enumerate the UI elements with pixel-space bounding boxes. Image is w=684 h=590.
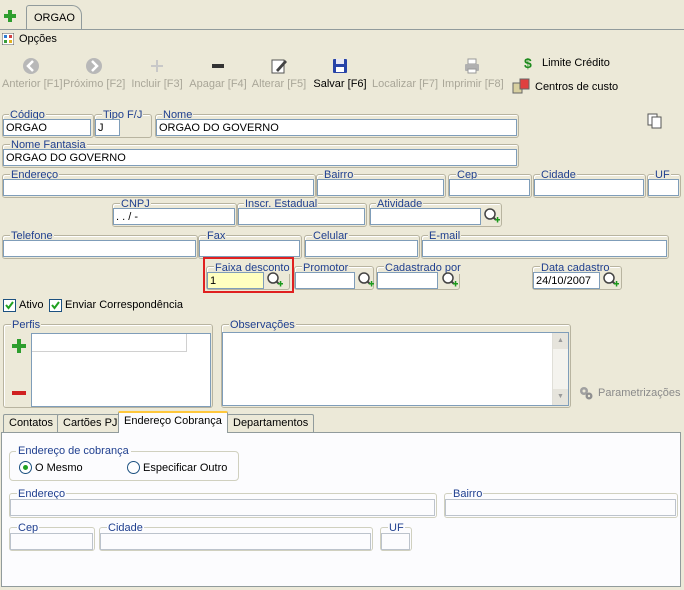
perfis-list[interactable] (31, 333, 211, 407)
enviar-correspondencia-checkbox[interactable] (49, 299, 62, 312)
anterior-button[interactable]: Anterior [F1] (2, 57, 63, 90)
tab-departamentos[interactable]: Departamentos (227, 414, 315, 432)
data-cadastro-field[interactable]: 24/10/2007 (533, 272, 600, 289)
check-icon (51, 301, 60, 310)
remove-perfil-icon[interactable] (11, 388, 27, 398)
faixa-desconto-field[interactable]: 1 (207, 272, 264, 289)
tab-cartoes-pj[interactable]: Cartões PJ (57, 414, 124, 432)
radio-outro-label: Especificar Outro (143, 462, 228, 474)
atividade-search-icon[interactable] (483, 207, 501, 225)
codigo-field[interactable]: ORGAO (3, 119, 91, 136)
tab-endereco-cobranca[interactable]: Endereço Cobrança (118, 411, 228, 433)
cadastrado-por-field[interactable] (377, 272, 438, 289)
bairro-field[interactable] (317, 179, 444, 196)
check-icon (5, 301, 14, 310)
scroll-up-icon[interactable]: ▲ (553, 333, 568, 349)
observacoes-label: Observações (229, 319, 296, 331)
cobranca-cidade-field[interactable] (100, 533, 371, 550)
fax-field[interactable] (199, 240, 300, 257)
options-label: Opções (19, 33, 57, 45)
ativo-checkbox[interactable] (3, 299, 16, 312)
cobranca-bairro-field[interactable] (445, 499, 676, 516)
cost-center-icon (512, 78, 530, 94)
incluir-button[interactable]: Incluir [F3] (130, 57, 184, 90)
email-field[interactable] (422, 240, 667, 257)
enviar-correspondencia-label: Enviar Correspondência (65, 299, 184, 311)
edit-icon (271, 59, 287, 74)
cadastrado-por-search-icon[interactable] (441, 271, 459, 289)
cidade-field[interactable] (534, 179, 644, 196)
options-icon (1, 32, 15, 46)
salvar-button[interactable]: Salvar [F6] (311, 57, 369, 90)
inscr-estadual-field[interactable] (238, 208, 365, 225)
add-icon (151, 60, 163, 72)
promotor-field[interactable] (295, 272, 355, 289)
observacoes-textarea[interactable]: ▲ ▼ (222, 332, 569, 406)
observacoes-scrollbar[interactable]: ▲ ▼ (552, 333, 568, 405)
perfis-label: Perfis (11, 319, 42, 331)
back-arrow-icon (23, 58, 39, 74)
alterar-button[interactable]: Alterar [F5] (251, 57, 307, 90)
plus-icon[interactable] (3, 9, 17, 23)
celular-field[interactable] (305, 240, 418, 257)
promotor-search-icon[interactable] (357, 271, 375, 289)
printer-icon (465, 58, 479, 74)
imprimir-button[interactable]: Imprimir [F8] (442, 57, 504, 90)
ativo-label: Ativo (19, 299, 44, 311)
endereco-field[interactable] (3, 179, 314, 196)
radio-mesmo-label: O Mesmo (35, 462, 83, 474)
uf-field[interactable] (648, 179, 679, 196)
gears-icon (580, 387, 593, 400)
window-tab-title: ORGAO (34, 12, 75, 24)
cobranca-endereco-field[interactable] (10, 499, 435, 516)
cobranca-group-label: Endereço de cobrança (16, 445, 131, 457)
save-disk-icon (333, 59, 347, 73)
telefone-field[interactable] (3, 240, 196, 257)
forward-arrow-icon (86, 58, 102, 74)
copy-icon[interactable] (647, 113, 663, 129)
nome-field[interactable]: ORGAO DO GOVERNO (156, 119, 517, 136)
dollar-icon: $ (524, 55, 532, 71)
cobranca-uf-field[interactable] (381, 533, 410, 550)
tab-contatos[interactable]: Contatos (3, 414, 60, 432)
add-perfil-icon[interactable] (11, 338, 27, 354)
data-cadastro-search-icon[interactable] (602, 271, 620, 289)
cep-field[interactable] (449, 179, 530, 196)
atividade-field[interactable] (370, 208, 481, 225)
tipo-fj-field[interactable]: J (95, 119, 120, 136)
tab-panel: Endereço de cobrança O Mesmo Especificar… (1, 432, 681, 587)
nome-fantasia-field[interactable]: ORGAO DO GOVERNO (3, 149, 517, 166)
minus-icon (212, 64, 224, 68)
cnpj-field[interactable]: . . / - (113, 208, 235, 225)
cobranca-cep-field[interactable] (10, 533, 93, 550)
faixa-desconto-search-icon[interactable] (266, 271, 284, 289)
apagar-button[interactable]: Apagar [F4] (188, 57, 248, 90)
localizar-button[interactable]: Localizar [F7] (372, 57, 438, 90)
window-tab[interactable]: ORGAO (26, 5, 82, 29)
scroll-down-icon[interactable]: ▼ (553, 389, 568, 405)
radio-mesmo[interactable] (19, 461, 32, 474)
proximo-button[interactable]: Próximo [F2] (63, 57, 125, 90)
radio-outro[interactable] (127, 461, 140, 474)
